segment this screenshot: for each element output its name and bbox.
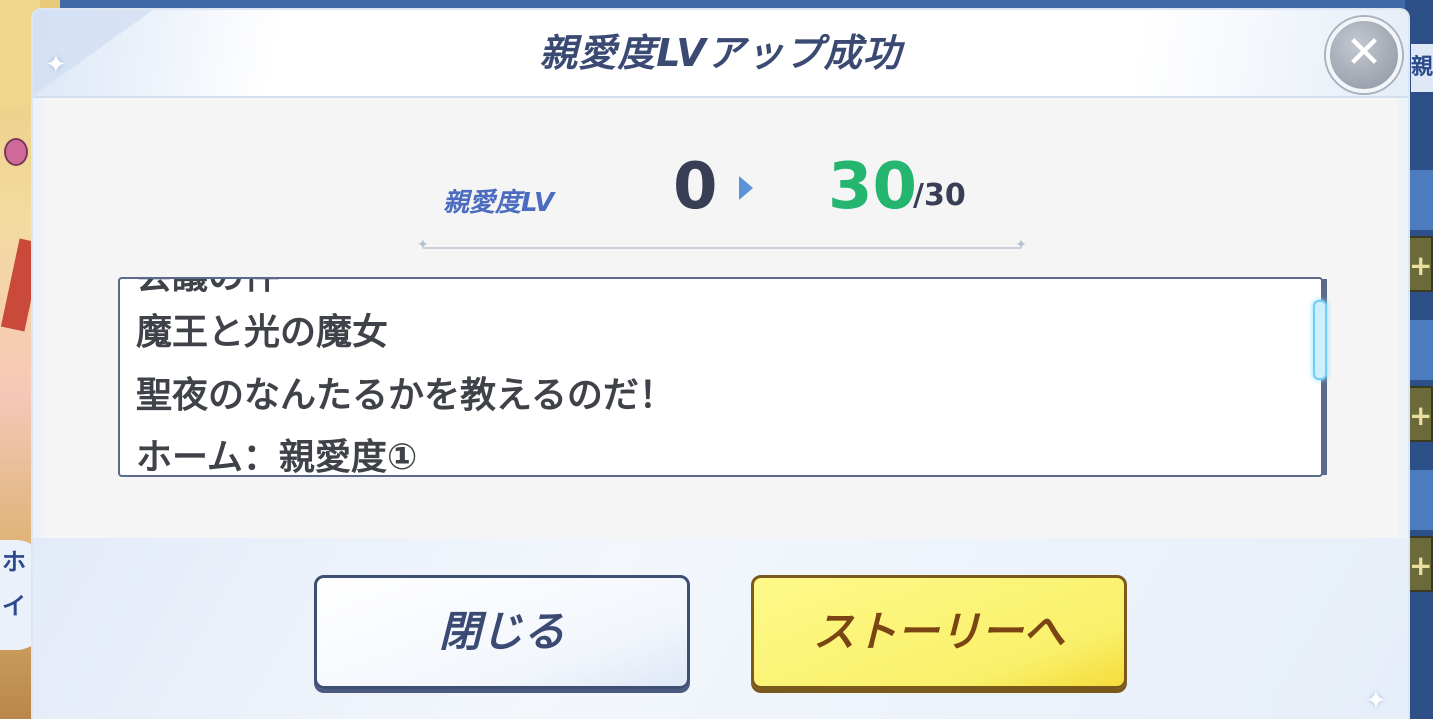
- affection-levelup-dialog: ✦ 親愛度LVアップ成功 ✕ 親愛度LV 0 30 /30 会議の件 魔王と光の…: [33, 10, 1408, 719]
- background-strip: [1407, 320, 1433, 380]
- story-list-item: ホーム：親愛度①: [136, 437, 418, 477]
- background-plus-button: +: [1407, 236, 1433, 292]
- story-list-item: 魔王と光の魔女: [136, 312, 389, 353]
- dialog-title: 親愛度LVアップ成功: [539, 31, 902, 75]
- character-eye: [4, 138, 28, 166]
- go-to-story-button[interactable]: ストーリーへ: [751, 575, 1127, 689]
- max-level-value: /30: [913, 178, 966, 213]
- close-button[interactable]: 閉じる: [314, 575, 690, 689]
- background-strip: [1407, 170, 1433, 230]
- affection-level-label: 親愛度LV: [443, 188, 555, 218]
- background-tab-label: 親: [1411, 44, 1433, 92]
- unlocked-story-list[interactable]: 会議の件 魔王と光の魔女 聖夜のなんたるかを教えるのだ！ ホーム：親愛度①: [118, 277, 1323, 477]
- sparkle-icon: ✦: [1365, 686, 1387, 716]
- background-plus-button: +: [1407, 386, 1433, 442]
- close-icon-button[interactable]: ✕: [1326, 17, 1402, 93]
- background-plus-button: +: [1407, 536, 1433, 592]
- background-side-menu: 親 + + +: [1405, 0, 1433, 719]
- background-strip: [1407, 470, 1433, 530]
- old-level-value: 0: [673, 150, 718, 224]
- new-level-value: 30: [828, 150, 918, 224]
- dialog-header: ✦ 親愛度LVアップ成功: [33, 10, 1408, 98]
- story-list-scrollbar-thumb[interactable]: [1313, 300, 1327, 380]
- dialog-footer: ✦: [33, 538, 1408, 719]
- background-bubble-text: ホ イ: [2, 548, 26, 620]
- story-list-item: 会議の件: [136, 279, 280, 299]
- story-list-item: 聖夜のなんたるかを教えるのだ！: [136, 375, 675, 416]
- level-divider: [417, 237, 1027, 253]
- arrow-right-icon: [739, 176, 753, 200]
